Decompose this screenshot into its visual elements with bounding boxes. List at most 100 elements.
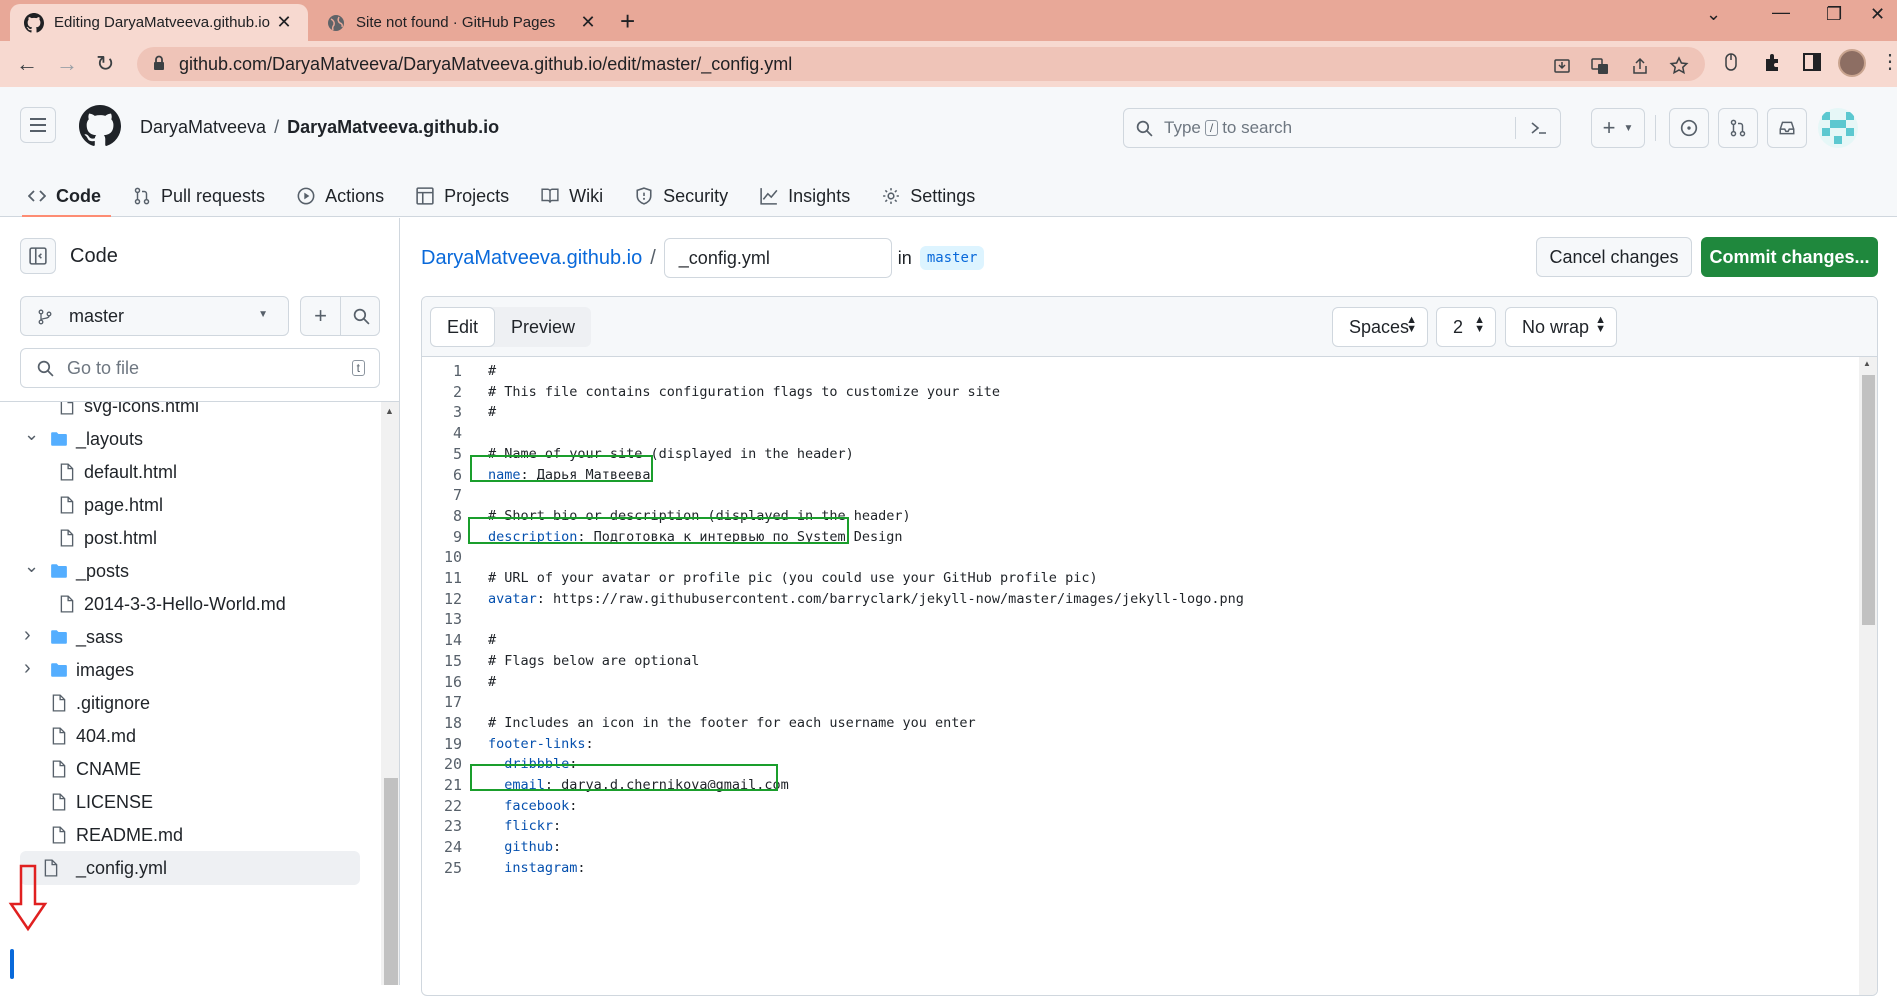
mouse-extension-icon[interactable] xyxy=(1720,51,1742,73)
browser-menu-icon[interactable]: ⋮ xyxy=(1880,49,1897,74)
cancel-changes-button[interactable]: Cancel changes xyxy=(1536,237,1692,277)
back-icon[interactable]: ← xyxy=(16,51,38,77)
tree-folder[interactable]: ⌄ _layouts xyxy=(0,422,360,456)
wrap-mode-select[interactable]: No wrap ▲ ▼ xyxy=(1505,307,1617,347)
owner-link[interactable]: DaryaMatveeva xyxy=(140,117,266,137)
filename-input[interactable]: _config.yml xyxy=(663,238,892,278)
add-file-icon[interactable]: + xyxy=(301,297,341,335)
browser-tab-active[interactable]: Editing DaryaMatveeva.github.io ✕ xyxy=(10,4,308,41)
code-line[interactable]: 12 avatar: https://raw.githubusercontent.… xyxy=(422,589,1852,609)
scroll-up-icon[interactable]: ▲ xyxy=(385,406,394,416)
code-line[interactable]: 1 # xyxy=(422,361,1852,381)
repo-link[interactable]: DaryaMatveeva.github.io xyxy=(287,117,499,137)
code-line[interactable]: 25 instagram: xyxy=(422,858,1852,878)
code-line[interactable]: 16 # xyxy=(422,672,1852,692)
global-search-input[interactable]: Type / to search xyxy=(1123,108,1561,148)
branch-select-button[interactable]: master ▼ xyxy=(20,296,289,336)
repo-root-link[interactable]: DaryaMatveeva.github.io xyxy=(421,247,642,270)
issues-button[interactable] xyxy=(1669,108,1709,148)
forward-icon[interactable]: → xyxy=(56,51,78,77)
code-line[interactable]: 2 # This file contains configuration flag… xyxy=(422,382,1852,402)
code-line[interactable]: 13 xyxy=(422,609,1852,629)
tree-file[interactable]: README.md xyxy=(0,818,360,852)
scroll-up-icon[interactable]: ▲ xyxy=(1863,359,1871,368)
sidebar-scrollbar-thumb[interactable] xyxy=(384,778,398,985)
minimize-icon[interactable]: — xyxy=(1772,2,1790,23)
code-line[interactable]: 17 xyxy=(422,692,1852,712)
extensions-puzzle-icon[interactable] xyxy=(1762,51,1784,73)
close-tab-icon[interactable]: ✕ xyxy=(274,12,294,33)
tab-actions[interactable]: Actions xyxy=(297,175,384,217)
tab-code[interactable]: Code xyxy=(22,175,111,217)
create-new-button[interactable]: + ▼ xyxy=(1591,108,1645,148)
tree-file[interactable]: 2014-3-3-Hello-World.md xyxy=(0,587,360,621)
chevron-down-icon[interactable]: ⌄ xyxy=(24,556,39,577)
tree-file[interactable]: 404.md xyxy=(0,719,360,753)
command-palette-icon[interactable] xyxy=(1530,120,1548,136)
search-files-icon[interactable] xyxy=(353,308,370,325)
translate-icon[interactable] xyxy=(1590,56,1610,76)
pull-requests-button[interactable] xyxy=(1718,108,1758,148)
tab-insights[interactable]: Insights xyxy=(760,175,850,217)
code-line[interactable]: 23 flickr: xyxy=(422,816,1852,836)
code-line[interactable]: 14 # xyxy=(422,630,1852,650)
hamburger-menu-icon[interactable] xyxy=(20,107,56,143)
share-icon[interactable] xyxy=(1630,56,1650,76)
code-line[interactable]: 22 facebook: xyxy=(422,796,1852,816)
tree-file[interactable]: post.html xyxy=(0,521,360,555)
window-close-icon[interactable]: ✕ xyxy=(1870,4,1885,25)
maximize-icon[interactable]: ❐ xyxy=(1826,4,1842,25)
code-line[interactable]: 10 xyxy=(422,547,1852,567)
commit-changes-button[interactable]: Commit changes... xyxy=(1701,237,1878,277)
github-logo-icon[interactable] xyxy=(79,105,121,147)
chevron-down-icon[interactable]: ⌄ xyxy=(24,424,39,445)
code-line[interactable]: 15 # Flags below are optional xyxy=(422,651,1852,671)
tree-file[interactable]: page.html xyxy=(0,488,360,522)
code-line[interactable]: 4 xyxy=(422,423,1852,443)
code-line[interactable]: 7 xyxy=(422,485,1852,505)
tree-file[interactable]: .gitignore xyxy=(0,686,360,720)
chevron-right-icon[interactable]: › xyxy=(24,624,31,647)
bookmark-star-icon[interactable] xyxy=(1669,56,1689,76)
close-tab-icon[interactable]: ✕ xyxy=(578,12,598,33)
indent-mode-select[interactable]: Spaces ▲ ▼ xyxy=(1332,307,1428,347)
collapse-sidebar-button[interactable] xyxy=(20,238,56,274)
tab-preview[interactable]: Preview xyxy=(495,307,591,347)
code-area[interactable]: 1 #2 # This file contains configuration fl… xyxy=(422,357,1877,995)
editor-scrollbar-thumb[interactable] xyxy=(1862,375,1875,625)
tab-pull-requests[interactable]: Pull requests xyxy=(133,175,265,217)
code-line[interactable]: 11 # URL of your avatar or profile pic (y… xyxy=(422,568,1852,588)
new-tab-icon[interactable]: + xyxy=(620,6,635,37)
code-line[interactable]: 3 # xyxy=(422,402,1852,422)
tree-file[interactable]: default.html xyxy=(0,455,360,489)
tab-edit[interactable]: Edit xyxy=(430,307,496,347)
chevron-right-icon[interactable]: › xyxy=(24,657,31,680)
install-app-icon[interactable] xyxy=(1552,56,1572,76)
code-line[interactable]: 19 footer-links: xyxy=(422,734,1852,754)
tree-folder[interactable]: › images xyxy=(0,653,360,687)
profile-avatar[interactable] xyxy=(1838,49,1866,77)
tab-projects[interactable]: Projects xyxy=(416,175,509,217)
address-bar[interactable]: github.com/DaryaMatveeva/DaryaMatveeva.g… xyxy=(137,47,1705,81)
go-to-file-input[interactable]: Go to file t xyxy=(20,348,380,388)
tab-search-chevron-icon[interactable]: ⌄ xyxy=(1706,4,1721,25)
tab-wiki[interactable]: Wiki xyxy=(541,175,603,217)
side-panel-icon[interactable] xyxy=(1801,51,1823,73)
tree-file[interactable]: LICENSE xyxy=(0,785,360,819)
tree-file[interactable]: _config.yml xyxy=(20,851,360,885)
browser-tab-inactive[interactable]: Site not found · GitHub Pages ✕ xyxy=(312,4,612,41)
line-content: # Flags below are optional xyxy=(488,653,699,669)
tab-security[interactable]: Security xyxy=(635,175,728,217)
user-avatar[interactable] xyxy=(1818,108,1858,148)
inbox-button[interactable] xyxy=(1767,108,1807,148)
tree-folder[interactable]: › _sass xyxy=(0,620,360,654)
code-line[interactable]: 24 github: xyxy=(422,837,1852,857)
tree-item-label: _layouts xyxy=(76,428,144,449)
tree-file[interactable]: CNAME xyxy=(0,752,360,786)
line-text: # xyxy=(488,363,497,379)
tab-settings[interactable]: Settings xyxy=(882,175,975,217)
tree-folder[interactable]: ⌄ _posts xyxy=(0,554,360,588)
reload-icon[interactable]: ↻ xyxy=(96,51,114,77)
indent-size-select[interactable]: 2 ▲ ▼ xyxy=(1436,307,1496,347)
code-line[interactable]: 18 # Includes an icon in the footer for e… xyxy=(422,713,1852,733)
